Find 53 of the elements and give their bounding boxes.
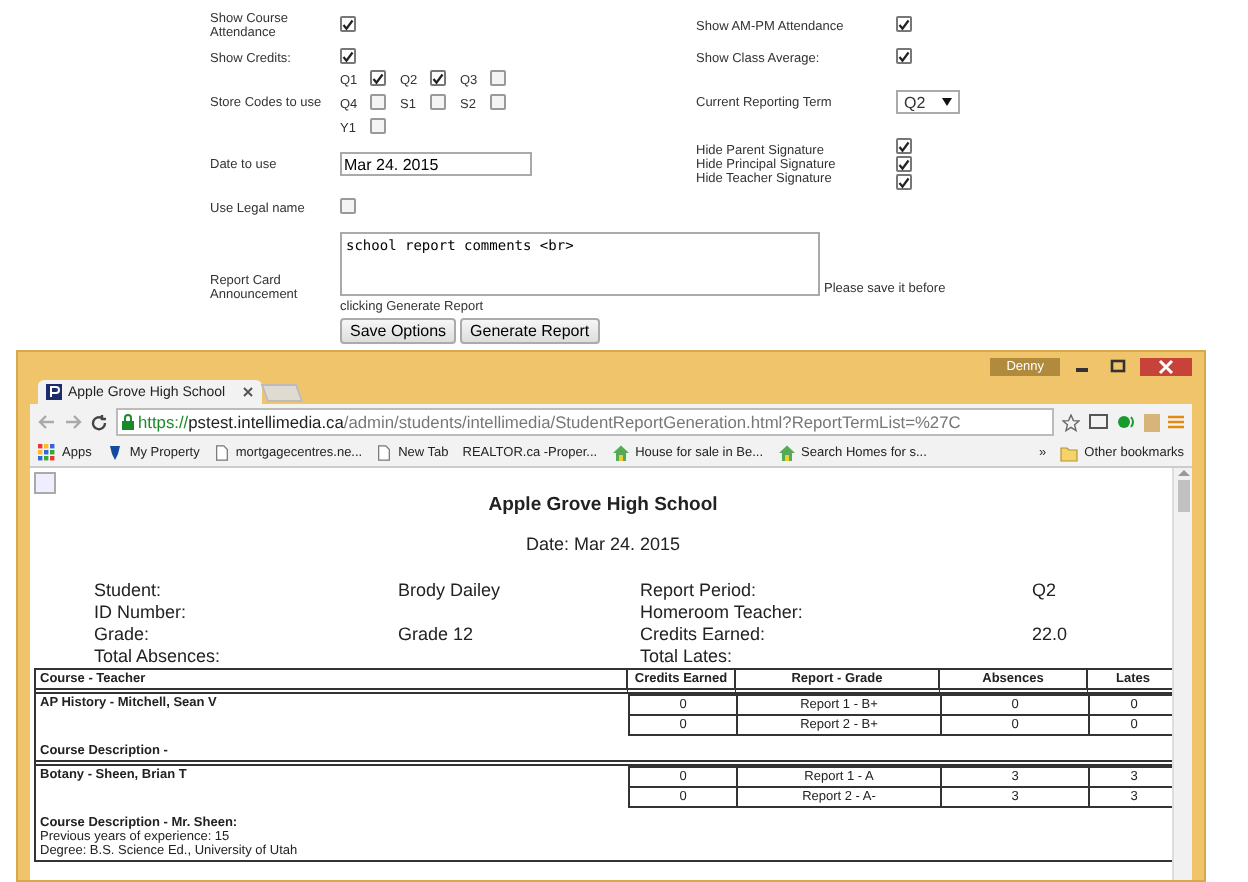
report-title: Apple Grove High School <box>486 494 720 516</box>
checkbox[interactable] <box>896 174 912 190</box>
checkbox[interactable] <box>370 118 386 134</box>
lock-icon <box>122 414 134 430</box>
reload-icon[interactable] <box>90 413 108 431</box>
checkbox[interactable] <box>896 156 912 172</box>
star-icon[interactable] <box>1062 413 1080 431</box>
info-value: Brody Dailey <box>398 580 503 602</box>
checkbox[interactable] <box>340 48 356 65</box>
checkbox[interactable] <box>896 138 912 154</box>
form-button[interactable]: Save Options <box>340 317 457 343</box>
info-label: Total Lates: <box>640 646 735 668</box>
checkbox[interactable] <box>490 94 506 110</box>
form-button[interactable]: Generate Report <box>460 317 600 343</box>
info-value: Grade 12 <box>398 624 476 646</box>
page-icon <box>376 444 393 462</box>
dropdown-arrow-icon <box>942 98 952 106</box>
checkbox[interactable] <box>490 70 506 86</box>
info-label: Total Absences: <box>94 646 223 668</box>
checkbox[interactable] <box>430 70 446 86</box>
report-date: Date: Mar 24. 2015 <box>523 534 683 554</box>
folder-icon <box>1060 445 1079 461</box>
info-label: Student: <box>94 580 164 602</box>
scrollbar-thumb[interactable] <box>1177 480 1189 512</box>
close-icon[interactable] <box>242 386 254 398</box>
info-value: Q2 <box>1032 580 1059 602</box>
apps-grid-icon <box>38 444 56 462</box>
close-icon[interactable] <box>1140 358 1192 376</box>
url-text: https://pstest.intellimedia.ca/admin/students/intellimedia/StudentReportGeneration.html?ReportTermList=%27C <box>138 412 961 432</box>
info-label: Grade: <box>94 624 152 646</box>
date-field[interactable]: Mar 24. 2015 <box>340 152 532 176</box>
checkbox[interactable] <box>430 94 446 110</box>
house-icon <box>777 444 796 462</box>
page-icon <box>213 444 230 462</box>
info-label: Homeroom Teacher: <box>640 602 805 624</box>
term-select[interactable]: Q2 <box>896 90 960 114</box>
scrollbar[interactable] <box>1172 468 1192 880</box>
address-bar[interactable]: https://pstest.intellimedia.ca/admin/students/intellimedia/StudentReportGeneration.html?ReportTermList=%27C <box>116 408 1054 436</box>
checkbox[interactable] <box>340 16 356 33</box>
pin-icon <box>105 444 124 462</box>
site-icon <box>46 384 62 400</box>
info-label: Credits Earned: <box>640 624 768 646</box>
info-value: 22.0 <box>1032 624 1070 646</box>
checkbox[interactable] <box>370 94 386 110</box>
checkbox[interactable] <box>370 70 386 86</box>
broken-image-icon <box>34 472 56 494</box>
checkbox[interactable] <box>896 48 912 65</box>
checkbox[interactable] <box>896 16 912 33</box>
info-label: ID Number: <box>94 602 189 624</box>
house-icon <box>611 444 630 462</box>
cast-icon[interactable] <box>1088 414 1108 430</box>
checkbox[interactable] <box>340 198 356 214</box>
info-label: Report Period: <box>640 580 759 602</box>
